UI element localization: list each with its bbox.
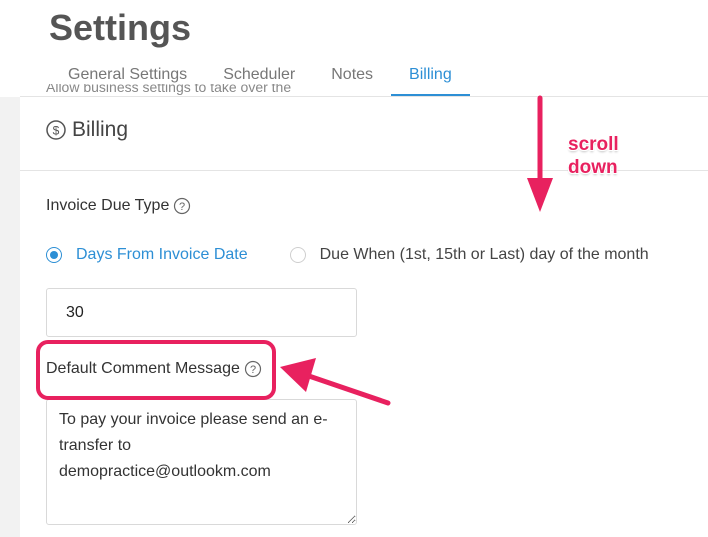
days-input[interactable] [46,288,357,337]
dollar-circle-icon: $ [46,120,66,140]
help-icon[interactable]: ? [173,197,191,215]
scrolled-off-text-label: Allow business settings to take over the [46,84,292,95]
invoice-due-type-label: Invoice Due Type ? [46,197,191,215]
default-comment-textarea[interactable]: To pay your invoice please send an e-tra… [46,399,357,525]
radio-due-when-day-of-month[interactable]: Due When (1st, 15th or Last) day of the … [289,246,649,264]
radio-unchecked-indicator[interactable] [289,247,306,263]
radio-due-when-label[interactable]: Due When (1st, 15th or Last) day of the … [320,246,649,264]
tab-billing[interactable]: Billing [391,60,470,96]
billing-title: Billing [72,118,129,141]
billing-section-header: $ Billing [46,118,128,142]
svg-text:$: $ [53,124,60,138]
svg-text:?: ? [179,201,185,213]
scroll-note-line1: scroll [568,134,619,155]
radio-days-from-invoice-date[interactable]: Days From Invoice Date [46,246,248,264]
scroll-note-line2: down [568,157,618,178]
scroll-down-note: scroll down [568,133,619,179]
page-gutter [0,97,20,537]
svg-text:?: ? [250,364,256,376]
radio-days-label[interactable]: Days From Invoice Date [76,246,248,264]
page-title: Settings [49,7,192,48]
radio-checked-indicator[interactable] [46,247,62,263]
default-comment-text: Default Comment Message [46,360,240,377]
settings-page: Settings General Settings Scheduler Note… [0,0,708,537]
pointer-arrow [280,358,391,406]
tab-notes[interactable]: Notes [313,60,391,96]
invoice-due-type-text: Invoice Due Type [46,197,170,214]
default-comment-label: Default Comment Message ? [46,360,262,378]
invoice-due-type-options: Days From Invoice Date Due When (1st, 15… [46,246,649,264]
scroll-down-arrow [527,95,553,212]
scrolled-off-text: Allow business settings to take over the [46,84,291,98]
help-icon[interactable]: ? [244,360,262,378]
